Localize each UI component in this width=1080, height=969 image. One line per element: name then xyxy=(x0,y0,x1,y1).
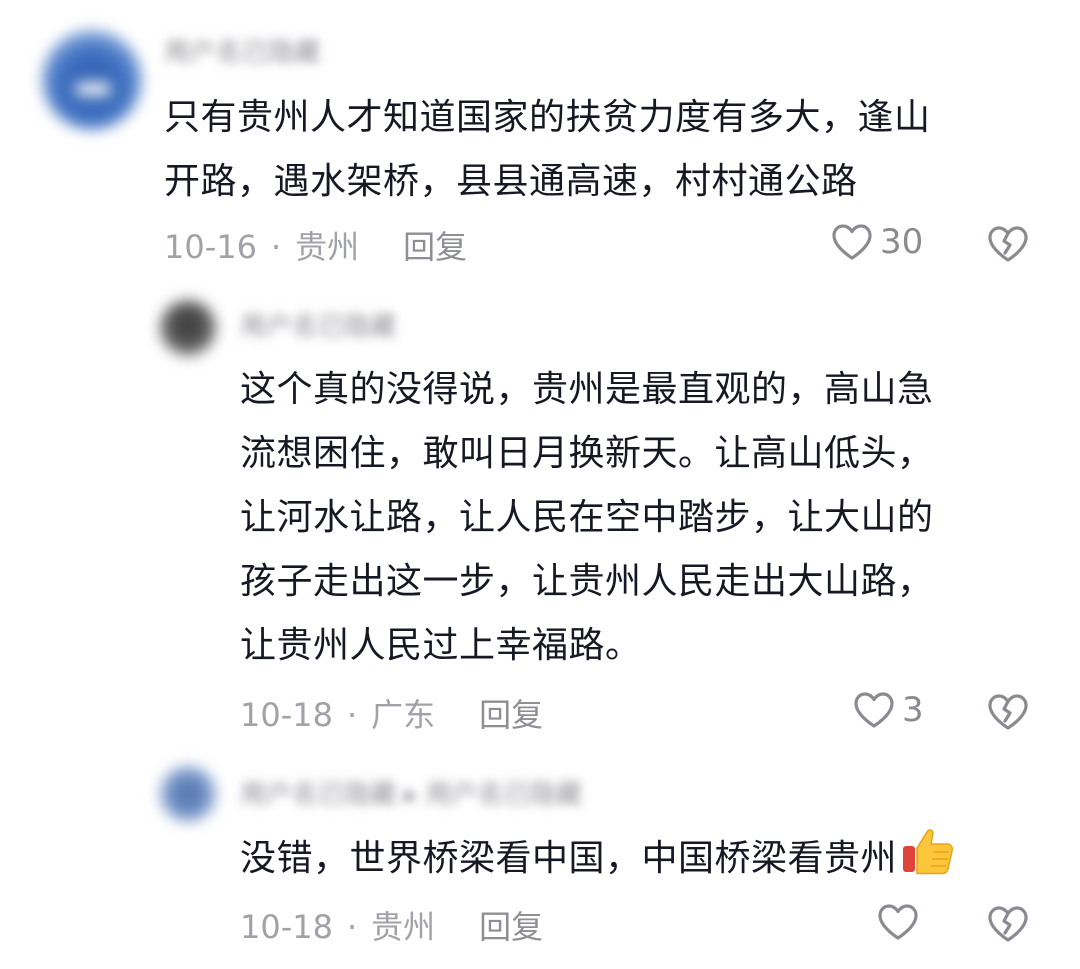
like-button[interactable]: 3 xyxy=(852,690,924,730)
comment-username[interactable]: 用户名已隐藏 xyxy=(240,306,396,343)
thumbs-up-emoji-icon xyxy=(903,829,954,875)
reply-button[interactable]: 回复 xyxy=(479,696,543,734)
dislike-button[interactable] xyxy=(986,904,1030,948)
comment-username[interactable]: 用户名已隐藏 xyxy=(164,32,320,69)
like-button[interactable] xyxy=(876,902,926,942)
like-count: 30 xyxy=(880,222,924,262)
separator-dot: · xyxy=(346,696,358,734)
heart-outline-icon xyxy=(832,224,872,260)
separator-dot: · xyxy=(270,228,282,266)
heart-outline-icon xyxy=(854,692,894,728)
avatar[interactable] xyxy=(160,766,216,822)
comment-date: 10-18 xyxy=(240,908,333,946)
broken-heart-icon xyxy=(988,226,1028,262)
comment-location: 广东 xyxy=(371,696,436,734)
comment-date: 10-18 xyxy=(240,696,333,734)
comment-location: 贵州 xyxy=(371,908,436,946)
heart-outline-icon xyxy=(878,904,918,940)
avatar[interactable] xyxy=(42,30,142,130)
reply-button[interactable]: 回复 xyxy=(403,228,467,266)
dislike-button[interactable] xyxy=(986,224,1030,268)
comment-text: 没错，世界桥梁看中国，中国桥梁看贵州 xyxy=(240,826,1040,891)
broken-heart-icon xyxy=(988,694,1028,730)
separator-dot: · xyxy=(346,908,358,946)
comment-meta: 10-16 · 贵州 回复 xyxy=(164,222,467,268)
like-count: 3 xyxy=(902,690,924,730)
comment-meta: 10-18 · 贵州 回复 xyxy=(240,902,543,948)
comment-text-content: 没错，世界桥梁看中国，中国桥梁看贵州 xyxy=(240,838,898,879)
reply-button[interactable]: 回复 xyxy=(479,908,543,946)
comment-username[interactable]: 用户名已隐藏 ▸ 用户名已隐藏 xyxy=(240,774,582,811)
broken-heart-icon xyxy=(988,906,1028,942)
comment-location: 贵州 xyxy=(295,228,360,266)
comment-text: 这个真的没得说，贵州是最直观的，高山急 流想困住，敢叫日月换新天。让高山低头， … xyxy=(240,369,934,666)
like-button[interactable]: 30 xyxy=(830,222,923,262)
comment-text: 只有贵州人才知道国家的扶贫力度有多大，逢山 开路，遇水架桥，县县通高速，村村通公… xyxy=(164,97,931,202)
comment-meta: 10-18 · 广东 回复 xyxy=(240,690,543,736)
avatar[interactable] xyxy=(160,300,216,356)
comment-date: 10-16 xyxy=(164,228,257,266)
dislike-button[interactable] xyxy=(986,692,1030,736)
